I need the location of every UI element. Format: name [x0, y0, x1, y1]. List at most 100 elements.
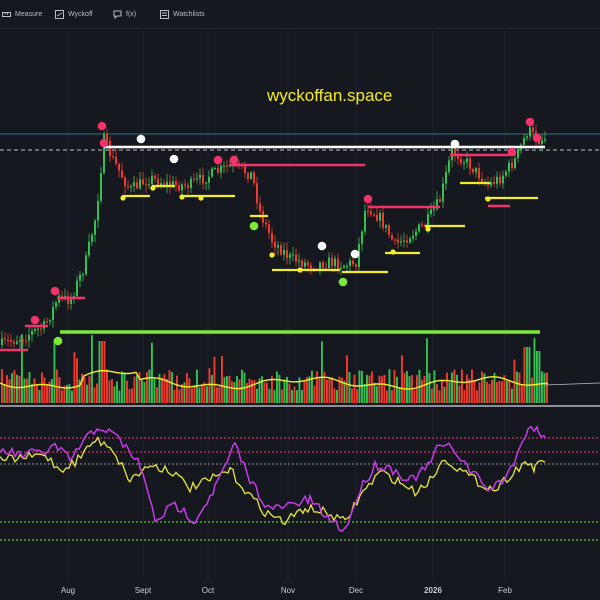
measure-tool[interactable]: Measure — [2, 7, 42, 21]
volume-bar — [318, 377, 321, 403]
price-chart[interactable] — [0, 28, 600, 600]
volume-bar — [116, 381, 118, 403]
volume-bar — [308, 376, 311, 403]
volume-bar — [31, 384, 33, 403]
candle — [445, 171, 447, 184]
volume-bar — [1, 369, 3, 403]
candle — [277, 245, 279, 248]
volume-bar — [348, 372, 351, 403]
candle — [298, 260, 300, 262]
candle — [295, 254, 297, 262]
candle — [430, 209, 432, 215]
function-tool[interactable]: f(x) — [113, 7, 136, 21]
volume-bar — [11, 373, 13, 403]
volume-bar — [36, 385, 38, 403]
volume-bar — [161, 377, 163, 403]
candle — [145, 184, 147, 186]
candle — [223, 165, 225, 167]
candle — [28, 334, 30, 341]
buying-climax-marker — [507, 147, 517, 157]
candle — [85, 255, 87, 275]
volume-bar — [178, 389, 181, 403]
volume-bar — [33, 378, 36, 403]
candle — [76, 280, 78, 296]
support-marker — [179, 194, 185, 200]
candle — [415, 231, 417, 236]
volume-bar — [108, 380, 111, 403]
volume-bar — [546, 372, 548, 403]
candle — [346, 265, 348, 268]
volume-bar — [168, 370, 171, 403]
volume-bar — [221, 355, 223, 403]
candle — [94, 220, 96, 235]
candle — [373, 214, 375, 216]
volume-bar — [466, 374, 468, 403]
volume-bar — [146, 372, 148, 403]
volume-bar — [518, 372, 521, 403]
volume-bar — [166, 378, 168, 403]
candle — [433, 208, 435, 211]
candle — [337, 258, 339, 270]
candle — [61, 295, 63, 297]
buying-climax-marker — [50, 286, 60, 296]
candle — [250, 172, 252, 179]
candle — [151, 175, 153, 185]
candle — [496, 176, 498, 184]
candle — [46, 321, 48, 323]
volume-bar — [541, 371, 543, 403]
support-marker — [390, 249, 396, 255]
volume-bar — [226, 376, 228, 403]
spring-marker — [53, 336, 63, 346]
candle — [355, 264, 357, 267]
candle — [202, 174, 204, 184]
volume-bar — [333, 388, 336, 403]
candle — [274, 241, 276, 248]
volume-bar — [508, 381, 511, 403]
wyckoff-tool[interactable]: Wyckoff — [55, 7, 93, 21]
volume-bar — [283, 379, 286, 403]
volume-bar — [416, 375, 418, 403]
candle — [451, 147, 453, 161]
volume-bar — [88, 376, 91, 403]
volume-bar — [78, 379, 81, 403]
volume-bar — [311, 370, 313, 403]
support-marker — [425, 226, 431, 232]
volume-bar — [451, 372, 453, 403]
candle — [469, 158, 471, 169]
candle — [508, 162, 510, 172]
volume-bar — [111, 379, 113, 403]
watchlists-tool[interactable]: Watchlists — [160, 7, 205, 21]
candle — [244, 166, 246, 174]
volume-bar — [456, 374, 458, 403]
candle — [448, 160, 450, 172]
toolbar: Measure Wyckoff f(x) Watchlists — [0, 0, 600, 29]
candle — [526, 136, 528, 139]
candle — [211, 168, 213, 177]
spring-marker — [249, 221, 259, 231]
candle — [265, 222, 267, 225]
volume-bar — [511, 388, 513, 403]
candle — [376, 215, 378, 221]
candle — [175, 181, 177, 185]
volume-bar — [83, 377, 86, 403]
volume-bar — [543, 372, 546, 403]
buying-climax-marker — [532, 133, 542, 143]
volume-bar — [388, 369, 391, 403]
volume-bar — [281, 389, 283, 403]
candle — [268, 224, 270, 233]
volume-bar — [361, 370, 363, 403]
candle — [4, 338, 6, 340]
volume-bar — [453, 369, 456, 403]
candle — [31, 330, 33, 335]
candle — [370, 211, 372, 215]
volume-bar — [428, 373, 431, 403]
volume-bar — [151, 342, 153, 403]
buying-climax-marker — [213, 155, 223, 165]
candle — [301, 260, 303, 267]
automatic-rally-marker — [350, 249, 360, 259]
volume-bar — [513, 359, 516, 403]
buying-climax-marker — [99, 138, 109, 148]
volume-bar — [68, 384, 71, 403]
volume-bar — [6, 375, 8, 403]
candle — [13, 341, 15, 344]
